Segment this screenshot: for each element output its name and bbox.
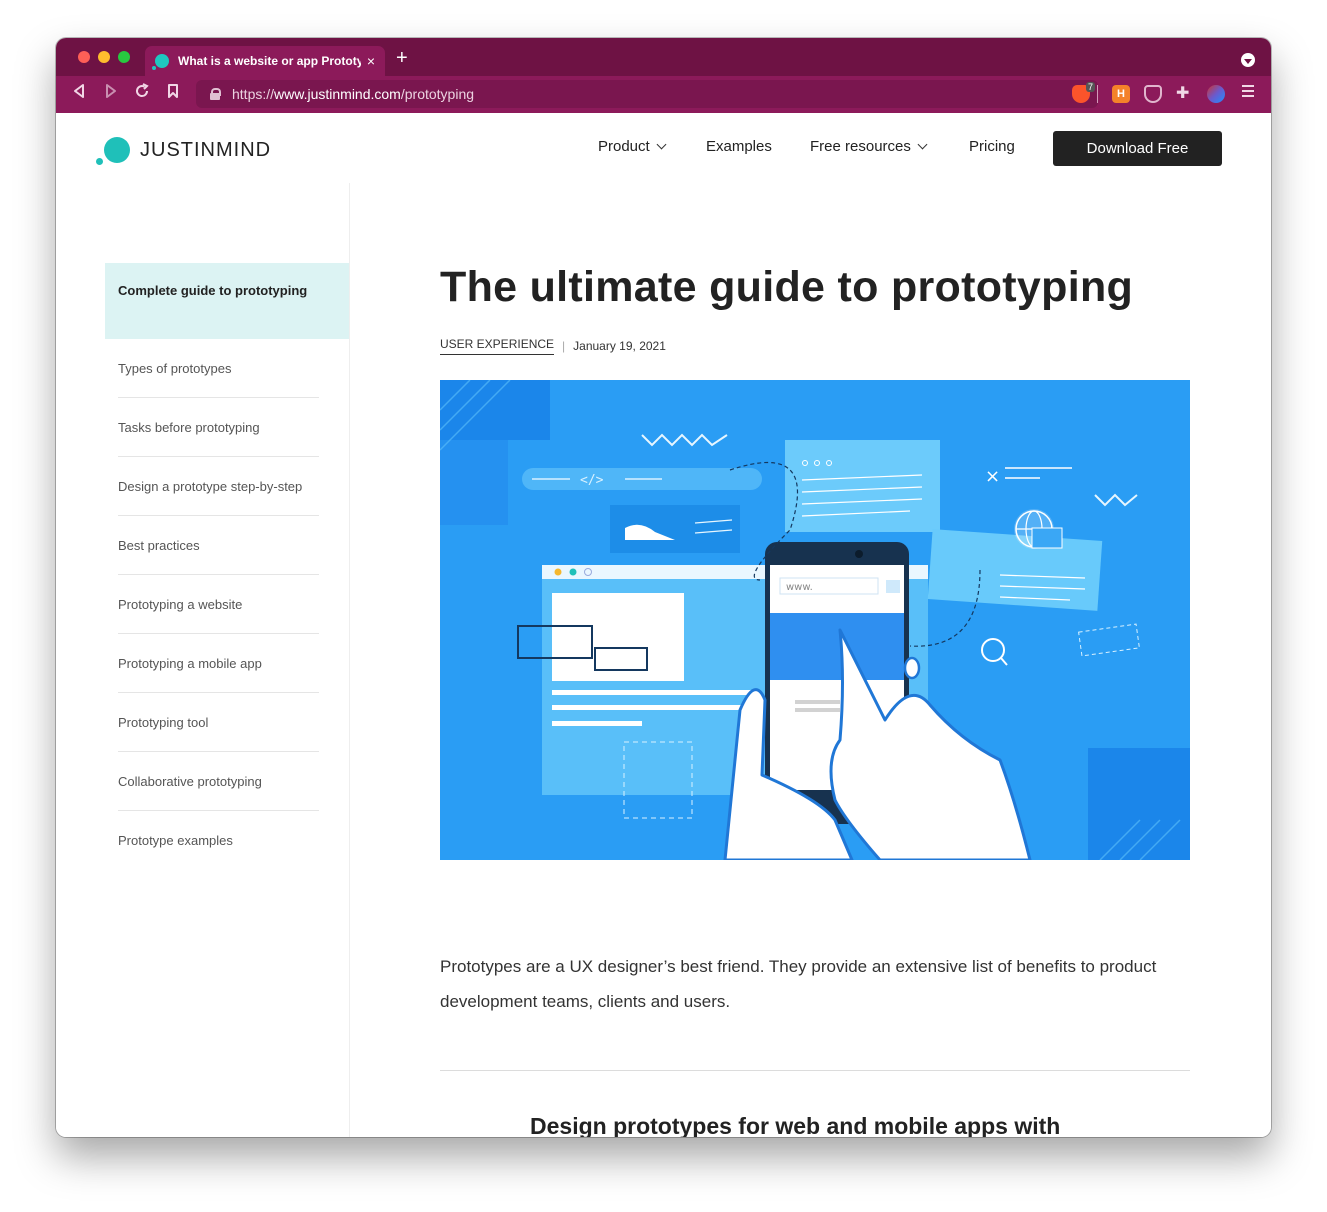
sidebar-item-tool[interactable]: Prototyping tool (118, 693, 319, 752)
nav-free-resources[interactable]: Free resources (810, 138, 928, 155)
download-free-button[interactable]: Download Free (1053, 131, 1222, 166)
sidebar-item-best-practices[interactable]: Best practices (118, 516, 319, 575)
page-viewport: JUSTINMIND Product Examples Free resourc… (56, 113, 1271, 1137)
justinmind-logo[interactable]: JUSTINMIND (96, 137, 272, 165)
intro-paragraph: Prototypes are a UX designer’s best frie… (440, 957, 1157, 1011)
browser-window: What is a website or app Prototyping × +… (56, 38, 1271, 1137)
back-icon[interactable] (72, 83, 86, 105)
tab-title: What is a website or app Prototyping (178, 54, 361, 68)
guide-sidebar: Complete guide to prototyping Types of p… (105, 263, 349, 869)
hero-illustration: </> www. × (440, 380, 1190, 860)
sidebar-item-complete-guide[interactable]: Complete guide to prototyping (105, 263, 349, 339)
menu-icon[interactable] (1242, 85, 1254, 87)
page-title: The ultimate guide to prototyping (440, 263, 1134, 311)
close-window-button[interactable] (78, 51, 90, 63)
forward-icon[interactable] (104, 83, 118, 105)
tab-search-icon[interactable] (1241, 53, 1255, 67)
pocket-icon[interactable] (1144, 85, 1162, 103)
extensions-puzzle-icon[interactable]: ✚ (1176, 85, 1194, 103)
sidebar-item-collaborative[interactable]: Collaborative prototyping (118, 752, 319, 811)
chevron-down-icon (656, 139, 667, 150)
section-heading: Design prototypes for web and mobile app… (530, 1113, 1061, 1137)
article-meta: USER EXPERIENCE | January 19, 2021 (440, 337, 666, 355)
tab-close-icon[interactable]: × (367, 53, 375, 69)
minimize-window-button[interactable] (98, 51, 110, 63)
sidebar-item-examples[interactable]: Prototype examples (118, 811, 319, 869)
shields-count-badge: 7 (1086, 82, 1096, 92)
category-link[interactable]: USER EXPERIENCE (440, 337, 555, 355)
section-divider (440, 1070, 1190, 1071)
sidebar-item-types[interactable]: Types of prototypes (118, 339, 319, 398)
logo-text: JUSTINMIND (140, 138, 272, 161)
url-text: https://www.justinmind.com/prototyping (232, 86, 475, 102)
chevron-down-icon (917, 139, 928, 150)
svg-text:×: × (985, 466, 1000, 487)
lock-icon (210, 88, 221, 100)
nav-pricing[interactable]: Pricing (969, 138, 1015, 155)
sidebar-item-step-by-step[interactable]: Design a prototype step-by-step (118, 457, 319, 516)
sidebar-item-website[interactable]: Prototyping a website (118, 575, 319, 634)
sidebar-item-tasks[interactable]: Tasks before prototyping (118, 398, 319, 457)
reload-icon[interactable] (134, 83, 150, 105)
title-bar: What is a website or app Prototyping × + (56, 38, 1271, 76)
logo-mark-icon (96, 137, 130, 165)
publish-date: January 19, 2021 (573, 339, 666, 353)
address-bar-divider (1097, 85, 1098, 103)
sidebar-divider (349, 183, 350, 1137)
hero-url-text: www. (786, 582, 813, 593)
new-tab-button[interactable]: + (396, 47, 408, 70)
address-bar[interactable]: https://www.justinmind.com/prototyping (196, 80, 1098, 108)
zoom-window-button[interactable] (118, 51, 130, 63)
sidebar-item-mobile-app[interactable]: Prototyping a mobile app (118, 634, 319, 693)
nav-product[interactable]: Product (598, 138, 667, 155)
browser-toolbar: https://www.justinmind.com/prototyping 7… (56, 76, 1271, 113)
extension-h-icon[interactable]: H (1112, 85, 1130, 103)
bookmark-icon[interactable] (167, 83, 179, 105)
nav-examples[interactable]: Examples (706, 138, 772, 155)
profile-avatar[interactable] (1207, 85, 1225, 103)
svg-text:</>: </> (580, 473, 604, 488)
browser-tab[interactable]: What is a website or app Prototyping × (145, 46, 385, 76)
justinmind-favicon-icon (152, 54, 169, 70)
meta-separator: | (562, 339, 566, 353)
